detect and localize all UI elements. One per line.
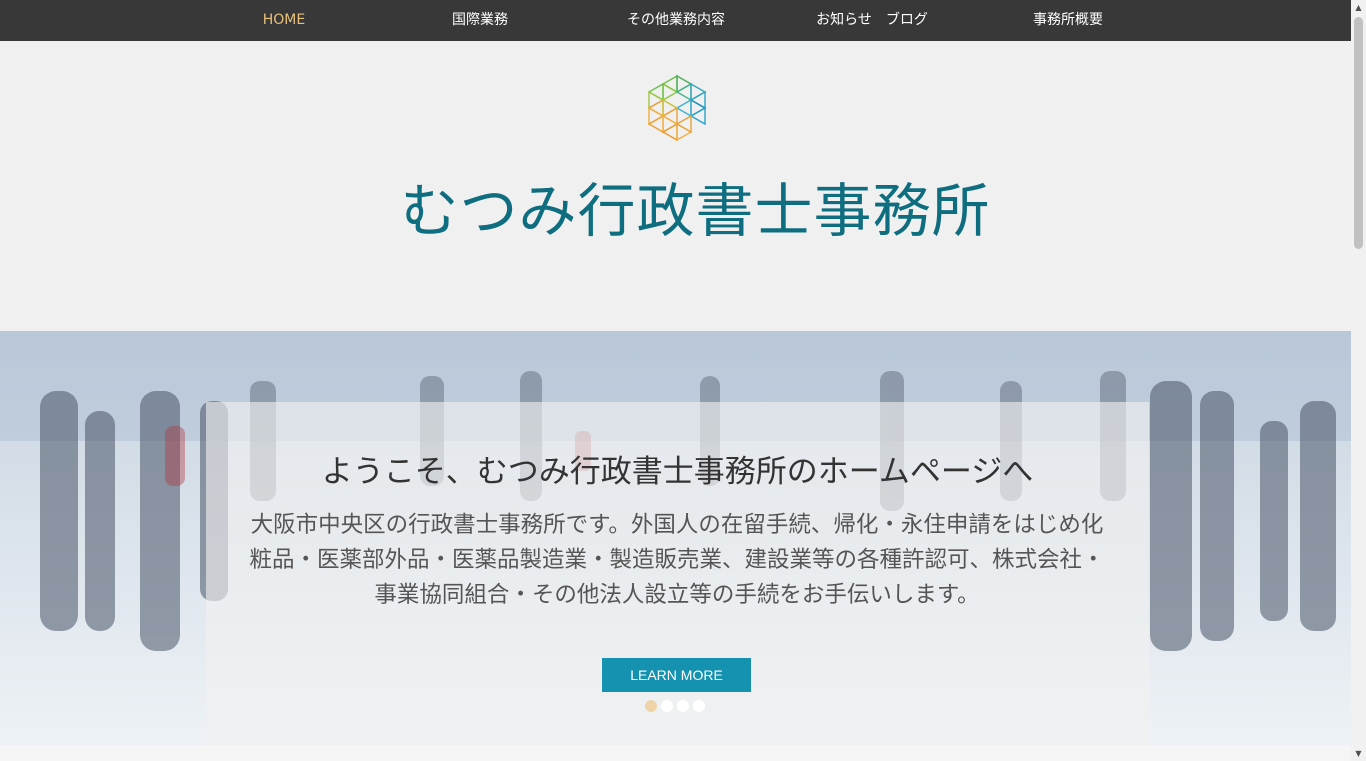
page-bottom-strip: [0, 745, 1351, 761]
top-nav: HOME 国際業務 その他業務内容 お知らせ ブログ 事務所概要: [0, 0, 1351, 41]
learn-more-button[interactable]: LEARN MORE: [602, 658, 751, 692]
slider-dot-2[interactable]: [661, 700, 673, 712]
nav-item-international[interactable]: 国際業務: [452, 0, 508, 41]
slider-dot-3[interactable]: [677, 700, 689, 712]
nav-item-office-profile[interactable]: 事務所概要: [1033, 0, 1103, 41]
scroll-up-arrow-icon[interactable]: ▲: [1351, 0, 1366, 15]
hero-slider: ようこそ、むつみ行政書士事務所のホームページへ 大阪市中央区の行政書士事務所です…: [0, 331, 1351, 745]
slider-dot-1[interactable]: [645, 700, 657, 712]
logo-icon: [647, 74, 707, 142]
slider-dot-4[interactable]: [693, 700, 705, 712]
scroll-down-arrow-icon[interactable]: ▼: [1351, 746, 1366, 761]
hero-description: 大阪市中央区の行政書士事務所です。外国人の在留手続、帰化・永住申請をはじめ化粧品…: [249, 512, 1105, 608]
hero-content-panel: ようこそ、むつみ行政書士事務所のホームページへ 大阪市中央区の行政書士事務所です…: [206, 402, 1149, 745]
site-title: むつみ行政書士事務所: [400, 177, 991, 245]
nav-item-home[interactable]: HOME: [263, 0, 305, 41]
hexagon-triangles-logo[interactable]: [641, 73, 713, 145]
hero-heading: ようこそ、むつみ行政書士事務所のホームページへ: [321, 454, 1034, 490]
nav-item-other-services[interactable]: その他業務内容: [627, 0, 725, 41]
nav-item-news-blog[interactable]: お知らせ ブログ: [816, 0, 928, 41]
vertical-scrollbar[interactable]: ▲ ▼: [1351, 0, 1366, 761]
scrollbar-thumb[interactable]: [1354, 17, 1363, 249]
